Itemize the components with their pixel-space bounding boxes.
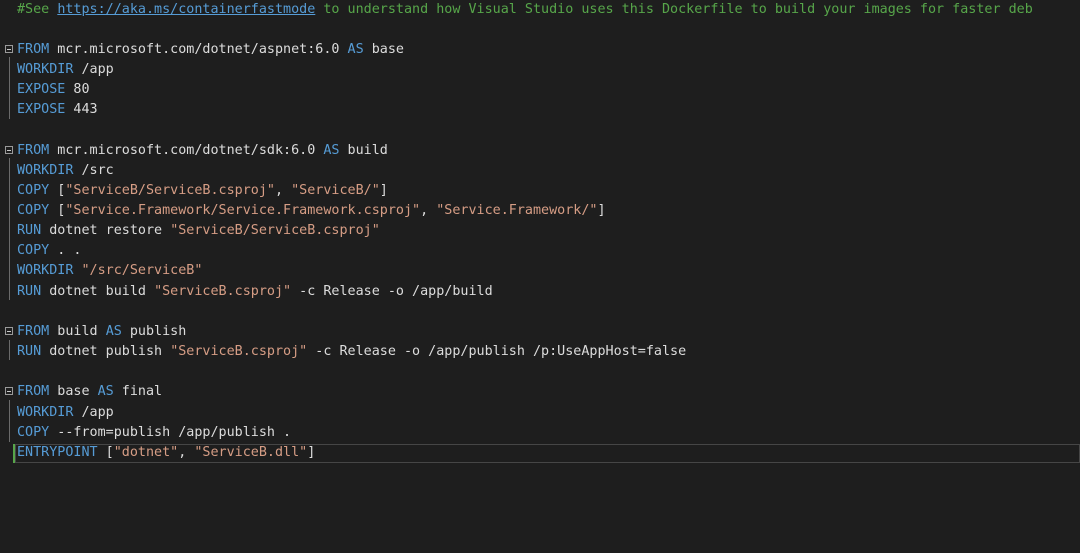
entrypoint-keyword: ENTRYPOINT (17, 445, 98, 460)
bracket: [ (97, 445, 114, 460)
code-line-run-build: RUN dotnet build "ServiceB.csproj" -c Re… (0, 282, 1080, 302)
copy-keyword: COPY (17, 243, 50, 258)
as-keyword: AS (323, 143, 340, 158)
code-line-run-restore: RUN dotnet restore "ServiceB/ServiceB.cs… (0, 221, 1080, 241)
from-keyword: FROM (17, 384, 50, 399)
code-line-run-publish: RUN dotnet publish "ServiceB.csproj" -c … (0, 342, 1080, 362)
comment-prefix: #See (17, 2, 58, 17)
copy-value: --from=publish /app/publish . (49, 425, 292, 440)
run-argument: "ServiceB.csproj" (170, 344, 308, 359)
as-keyword: AS (97, 384, 114, 399)
workdir-value: "/src/ServiceB" (81, 263, 203, 278)
expose-port: 443 (65, 102, 98, 117)
run-keyword: RUN (17, 284, 42, 299)
run-options: -c Release -o /app/build (291, 284, 493, 299)
container-fastmode-link[interactable]: https://aka.ms/containerfastmode (57, 2, 315, 17)
copy-keyword: COPY (17, 203, 50, 218)
code-line-copy-framework: COPY ["Service.Framework/Service.Framewo… (0, 201, 1080, 221)
workdir-keyword: WORKDIR (17, 263, 74, 278)
expose-keyword: EXPOSE (17, 82, 66, 97)
copy-source: "ServiceB/ServiceB.csproj" (65, 183, 275, 198)
bracket: ] (597, 203, 606, 218)
code-line-entrypoint[interactable]: ENTRYPOINT ["dotnet", "ServiceB.dll"] (0, 443, 1080, 463)
from-keyword: FROM (17, 143, 50, 158)
workdir-keyword: WORKDIR (17, 163, 74, 178)
code-line-copy-from-publish: COPY --from=publish /app/publish . (0, 423, 1080, 443)
code-line-comment: #See https://aka.ms/containerfastmode to… (0, 0, 1080, 20)
code-line-expose-80: EXPOSE 80 (0, 80, 1080, 100)
workdir-keyword: WORKDIR (17, 405, 74, 420)
code-line-from-publish: FROM build AS publish (0, 322, 1080, 342)
copy-destination: "ServiceB/" (291, 183, 380, 198)
final-base: base (49, 384, 98, 399)
base-image: mcr.microsoft.com/dotnet/aspnet:6.0 (49, 42, 348, 57)
code-line-from-build: FROM mcr.microsoft.com/dotnet/sdk:6.0 AS… (0, 141, 1080, 161)
stage-name: base (363, 42, 404, 57)
workdir-keyword: WORKDIR (17, 62, 74, 77)
expose-keyword: EXPOSE (17, 102, 66, 117)
bracket: [ (49, 183, 66, 198)
collapse-icon[interactable] (5, 45, 13, 53)
stage-name: final (113, 384, 163, 399)
run-keyword: RUN (17, 344, 42, 359)
stage-name: publish (121, 324, 187, 339)
copy-keyword: COPY (17, 183, 50, 198)
code-line-workdir-service: WORKDIR "/src/ServiceB" (0, 261, 1080, 281)
comment-text: #See https://aka.ms/containerfastmode to… (17, 0, 1033, 20)
code-line-workdir: WORKDIR /app (0, 403, 1080, 423)
run-command: dotnet publish (41, 344, 171, 359)
code-line-workdir: WORKDIR /src (0, 161, 1080, 181)
as-keyword: AS (105, 324, 122, 339)
code-line-copy-csproj: COPY ["ServiceB/ServiceB.csproj", "Servi… (0, 181, 1080, 201)
code-line-from-base: FROM mcr.microsoft.com/dotnet/aspnet:6.0… (0, 40, 1080, 60)
run-options: -c Release -o /app/publish /p:UseAppHost… (307, 344, 687, 359)
entrypoint-arg: "ServiceB.dll" (194, 445, 308, 460)
code-line-workdir: WORKDIR /app (0, 60, 1080, 80)
separator: , (420, 203, 437, 218)
code-line-expose-443: EXPOSE 443 (0, 100, 1080, 120)
publish-base: build (49, 324, 106, 339)
run-command: dotnet restore (41, 223, 171, 238)
run-command: dotnet build (41, 284, 155, 299)
copy-destination: "Service.Framework/" (436, 203, 598, 218)
expose-port: 80 (65, 82, 90, 97)
collapse-icon[interactable] (5, 146, 13, 154)
run-argument: "ServiceB.csproj" (154, 284, 292, 299)
copy-source: "Service.Framework/Service.Framework.csp… (65, 203, 421, 218)
from-keyword: FROM (17, 42, 50, 57)
stage-name: build (339, 143, 388, 158)
bracket: ] (379, 183, 388, 198)
workdir-value: /app (73, 405, 114, 420)
collapse-icon[interactable] (5, 327, 13, 335)
workdir-value: /app (73, 62, 114, 77)
bracket: ] (307, 445, 316, 460)
comment-suffix: to understand how Visual Studio uses thi… (315, 2, 1033, 17)
run-keyword: RUN (17, 223, 42, 238)
from-keyword: FROM (17, 324, 50, 339)
as-keyword: AS (347, 42, 364, 57)
entrypoint-arg: "dotnet" (113, 445, 179, 460)
code-line-copy-all: COPY . . (0, 241, 1080, 261)
collapse-icon[interactable] (5, 387, 13, 395)
workdir-value: /src (73, 163, 114, 178)
code-editor[interactable]: #See https://aka.ms/containerfastmode to… (0, 0, 1080, 553)
code-line-from-final: FROM base AS final (0, 382, 1080, 402)
run-argument: "ServiceB/ServiceB.csproj" (170, 223, 380, 238)
build-image: mcr.microsoft.com/dotnet/sdk:6.0 (49, 143, 324, 158)
separator: , (274, 183, 292, 198)
copy-keyword: COPY (17, 425, 50, 440)
separator: , (178, 445, 195, 460)
copy-value: . . (49, 243, 82, 258)
bracket: [ (49, 203, 66, 218)
